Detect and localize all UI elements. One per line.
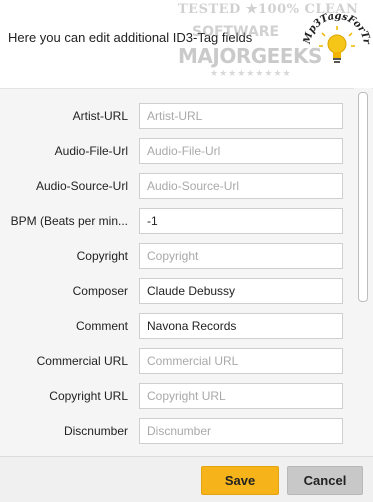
commercial-url-input[interactable]: Commercial URL: [139, 348, 343, 374]
discnumber-input[interactable]: Discnumber: [139, 418, 343, 444]
scrollbar-thumb[interactable]: [358, 92, 368, 302]
majorgeeks-watermark: TESTED ★100% CLEAN SOFTWARE MAJORGEEKS ★…: [178, 0, 358, 86]
comment-input[interactable]: Navona Records: [139, 313, 343, 339]
bpm-input[interactable]: -1: [139, 208, 343, 234]
field-label: Audio-Source-Url: [35, 179, 128, 193]
field-label: Composer: [72, 284, 128, 298]
field-label: Audio-File-Url: [54, 144, 128, 158]
field-row-comment: Comment Navona Records: [0, 313, 350, 341]
watermark-line-2: SOFTWARE: [192, 24, 280, 40]
field-label: Comment: [75, 319, 128, 333]
field-label: Commercial URL: [36, 354, 128, 368]
dialog-footer: Save Cancel: [0, 456, 373, 502]
audio-source-url-input[interactable]: Audio-Source-Url: [139, 173, 343, 199]
form-scrollbar[interactable]: [354, 88, 372, 456]
fields-form: Artist-URL Artist-URL Audio-File-Url Aud…: [0, 88, 373, 457]
field-label: Copyright URL: [49, 389, 128, 403]
artist-url-input[interactable]: Artist-URL: [139, 103, 343, 129]
field-row-artist-url: Artist-URL Artist-URL: [0, 103, 350, 131]
copyright-url-input[interactable]: Copyright URL: [139, 383, 343, 409]
composer-input[interactable]: Claude Debussy: [139, 278, 343, 304]
field-label: Artist-URL: [72, 109, 128, 123]
field-label: Copyright: [76, 249, 128, 263]
field-row-commercial-url: Commercial URL Commercial URL: [0, 348, 350, 376]
field-row-discnumber: Discnumber Discnumber: [0, 418, 350, 446]
field-row-copyright-url: Copyright URL Copyright URL: [0, 383, 350, 411]
cancel-button[interactable]: Cancel: [287, 466, 363, 495]
dialog-header: Here you can edit additional ID3-Tag fie…: [0, 0, 373, 88]
app-logo: Mp3TagsForTracks: [297, 0, 372, 82]
field-row-audio-source-url: Audio-Source-Url Audio-Source-Url: [0, 173, 350, 201]
field-row-audio-file-url: Audio-File-Url Audio-File-Url: [0, 138, 350, 166]
field-label: BPM (Beats per min...: [10, 214, 128, 228]
copyright-input[interactable]: Copyright: [139, 243, 343, 269]
watermark-stars: ★★★★★★★★★: [210, 68, 292, 78]
field-row-copyright: Copyright Copyright: [0, 243, 350, 271]
audio-file-url-input[interactable]: Audio-File-Url: [139, 138, 343, 164]
field-label: Discnumber: [63, 424, 128, 438]
field-row-bpm: BPM (Beats per min... -1: [0, 208, 350, 236]
lightbulb-icon: [319, 26, 355, 63]
field-row-composer: Composer Claude Debussy: [0, 278, 350, 306]
save-button[interactable]: Save: [201, 466, 279, 495]
